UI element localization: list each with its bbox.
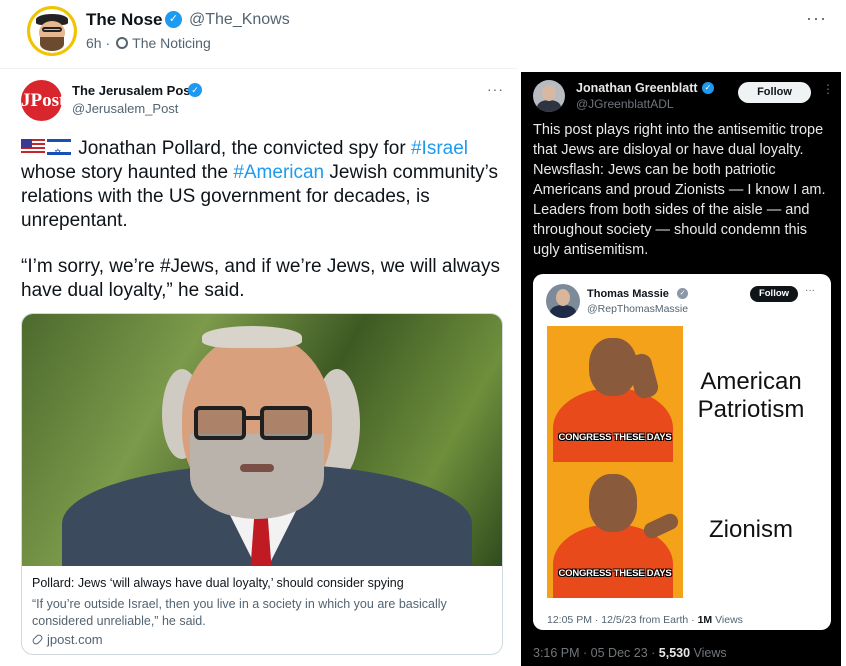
- greenblatt-more-button[interactable]: ⋮: [822, 82, 834, 96]
- post-time[interactable]: 6h: [86, 35, 102, 51]
- hashtag-israel[interactable]: #Israel: [411, 138, 468, 159]
- massie-avatar[interactable]: [546, 284, 580, 318]
- link-icon: [31, 633, 44, 646]
- jpost-author-name[interactable]: The Jerusalem Post: [72, 83, 195, 98]
- article-photo: [22, 314, 502, 566]
- us-flag-icon: [21, 139, 45, 155]
- massie-quoted-tweet[interactable]: Thomas Massie ✓ @RepThomasMassie Follow …: [533, 274, 831, 630]
- israel-flag-icon: [47, 139, 71, 164]
- article-description: “If you’re outside Israel, then you live…: [32, 597, 447, 628]
- verified-badge-icon: ✓: [165, 11, 182, 28]
- greenblatt-author-name[interactable]: Jonathan Greenblatt: [576, 81, 698, 95]
- tweet-text-part: Jonathan Pollard, the convicted spy for: [78, 138, 411, 159]
- quote-text-part: “I’m sorry, we’re: [21, 256, 160, 277]
- drake-meme-image[interactable]: CONGRESS THESE DAYS CONGRESS THESE DAYS …: [547, 326, 819, 598]
- greenblatt-tweet-text: This post plays right into the antisemit…: [533, 122, 826, 258]
- greenblatt-quote-tweet: Jonathan Greenblatt ✓ @JGreenblattADL Fo…: [521, 72, 841, 666]
- verified-badge-icon: ✓: [677, 288, 688, 299]
- massie-author-name[interactable]: Thomas Massie: [587, 288, 669, 300]
- meme-caption-bottom: CONGRESS THESE DAYS: [558, 568, 672, 579]
- tweet-text-part: whose story haunted the: [21, 162, 234, 183]
- massie-timestamp[interactable]: 12:05 PM · 12/5/23 from Earth ·: [547, 614, 698, 626]
- the-nose-avatar[interactable]: [27, 6, 77, 56]
- jpost-embedded-tweet: JPost The Jerusalem Post ✓ @Jerusalem_Po…: [0, 68, 517, 666]
- jpost-quote-text: “I’m sorry, we’re #Jews, and if we’re Je…: [21, 255, 506, 303]
- greenblatt-views-label: Views: [690, 646, 727, 660]
- meme-text-bottom: Zionism: [708, 516, 793, 543]
- outer-post-meta: 6h · The Noticing: [86, 35, 211, 51]
- verified-badge-icon: ✓: [188, 83, 202, 97]
- meta-separator: ·: [105, 35, 111, 51]
- article-title[interactable]: Pollard: Jews ‘will always have dual loy…: [32, 576, 494, 590]
- verified-badge-icon: ✓: [702, 82, 714, 94]
- greenblatt-avatar[interactable]: [533, 80, 565, 112]
- greenblatt-timestamp[interactable]: 3:16 PM · 05 Dec 23 ·: [533, 646, 659, 660]
- jpost-avatar[interactable]: JPost: [21, 80, 65, 121]
- greenblatt-tweet-footer: 3:16 PM · 05 Dec 23 · 5,530 Views: [533, 646, 727, 660]
- domain-text: jpost.com: [47, 632, 103, 647]
- community-icon: [116, 37, 129, 49]
- massie-tweet-footer: 12:05 PM · 12/5/23 from Earth · 1M Views: [547, 614, 743, 626]
- outer-author-name[interactable]: The Nose: [86, 10, 163, 30]
- hashtag-american[interactable]: #American: [233, 162, 324, 183]
- jpost-tweet-text: Jonathan Pollard, the convicted spy for …: [21, 137, 506, 233]
- follow-button[interactable]: Follow: [750, 286, 798, 302]
- jpost-more-button[interactable]: ···: [487, 81, 504, 97]
- massie-more-button[interactable]: ···: [805, 285, 815, 296]
- link-preview-card[interactable]: Pollard: Jews ‘will always have dual loy…: [21, 313, 503, 655]
- massie-views-count: 1M: [697, 614, 713, 626]
- outer-author-handle[interactable]: @The_Knows: [189, 11, 290, 29]
- more-options-button[interactable]: ···: [806, 8, 827, 29]
- massie-author-handle[interactable]: @RepThomasMassie: [587, 303, 688, 315]
- follow-button[interactable]: Follow: [738, 82, 811, 103]
- jpost-author-handle[interactable]: @Jerusalem_Post: [72, 101, 178, 116]
- community-name[interactable]: The Noticing: [132, 35, 211, 51]
- meme-caption-top: CONGRESS THESE DAYS: [558, 432, 672, 443]
- greenblatt-author-handle[interactable]: @JGreenblattADL: [576, 97, 674, 111]
- meme-text-top: American Patriotism: [697, 368, 805, 423]
- article-domain[interactable]: jpost.com: [31, 632, 103, 647]
- massie-views-label: Views: [712, 614, 743, 626]
- hashtag-jews[interactable]: #Jews: [160, 256, 214, 277]
- greenblatt-views-count: 5,530: [658, 646, 691, 660]
